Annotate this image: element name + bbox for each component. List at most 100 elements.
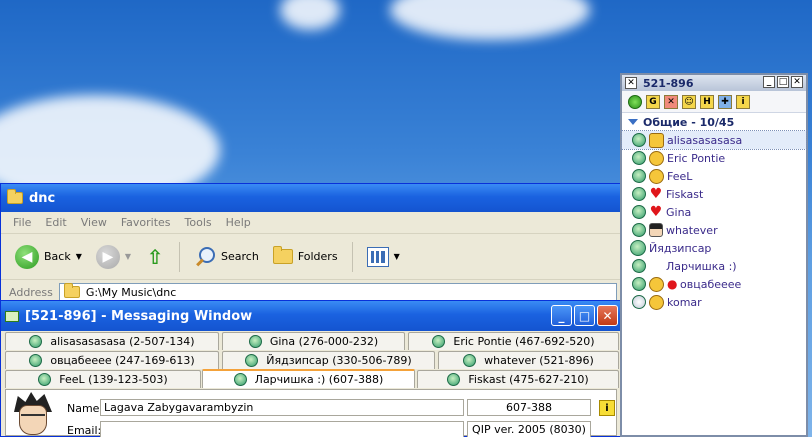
contact-larchishka[interactable]: Ларчишка :) xyxy=(622,257,806,275)
back-button[interactable]: ◀ Back ▼ xyxy=(11,243,86,271)
collapse-triangle-icon[interactable] xyxy=(628,119,638,125)
contact-feel[interactable]: FeeL xyxy=(622,167,806,185)
pin-icon: ● xyxy=(667,277,678,291)
menu-file[interactable]: File xyxy=(13,216,31,229)
tab-yadzipsar[interactable]: Йядзипсар (330-506-789) xyxy=(222,351,435,369)
menu-view[interactable]: View xyxy=(81,216,107,229)
contact-whatever[interactable]: whatever xyxy=(622,221,806,239)
explorer-toolbar: ◀ Back ▼ ▶ ▼ ⇧ Search Folders ▼ xyxy=(1,234,621,280)
tab-ovtsabeeee[interactable]: овцабееее (247-169-613) xyxy=(5,351,219,369)
uin-field[interactable]: 607-388 xyxy=(467,399,591,416)
menu-tools[interactable]: Tools xyxy=(185,216,212,229)
back-arrow-icon: ◀ xyxy=(15,244,39,269)
online-status-icon xyxy=(233,373,247,386)
tab-larchishka[interactable]: Ларчишка :) (607-388) xyxy=(202,369,415,388)
smile-icon xyxy=(649,294,664,310)
tab-label: Gina (276-000-232) xyxy=(269,335,379,348)
minimize-icon[interactable]: _ xyxy=(763,76,775,88)
contact-name: Йядзипсар xyxy=(649,241,712,255)
maximize-button[interactable]: □ xyxy=(574,305,595,326)
contact-komar[interactable]: komar xyxy=(622,293,806,311)
contact-ovtsabeeee[interactable]: ● овцабееее xyxy=(622,275,806,293)
tab-whatever[interactable]: whatever (521-896) xyxy=(438,351,619,369)
status-icon[interactable] xyxy=(628,94,642,109)
group-header[interactable]: Общие - 10/45 xyxy=(622,113,806,131)
email-field[interactable] xyxy=(100,421,464,437)
worker-icon xyxy=(649,276,664,292)
online-status-icon xyxy=(463,354,477,367)
close-window-icon[interactable]: ✕ xyxy=(791,76,803,88)
online-status-icon xyxy=(38,373,52,386)
tab-label: Ларчишка :) (607-388) xyxy=(254,373,384,386)
close-icon[interactable]: ✕ xyxy=(625,77,637,89)
info-icon[interactable]: i xyxy=(736,94,750,109)
search-button[interactable]: Search xyxy=(190,244,263,270)
address-value: G:\My Music\dnc xyxy=(85,285,177,299)
g-icon[interactable]: G xyxy=(646,94,660,109)
views-icon xyxy=(366,246,389,267)
close-button[interactable]: ✕ xyxy=(597,305,618,326)
minimize-button[interactable]: _ xyxy=(551,305,572,326)
explorer-menubar: File Edit View Favorites Tools Help xyxy=(1,212,621,234)
cloud-small xyxy=(390,0,590,40)
contact-name: Gina xyxy=(666,205,692,219)
tab-label: alisasasasasa (2-507-134) xyxy=(50,335,195,348)
online-status-icon xyxy=(245,354,259,367)
contact-alisasasasasa[interactable]: alisasasasasa xyxy=(621,130,807,150)
messaging-title: [521-896] - Messaging Window xyxy=(25,308,253,324)
info-icon[interactable]: i xyxy=(599,400,615,416)
online-status-icon xyxy=(632,223,646,237)
contact-list-titlebar[interactable]: ✕ 521-896 _ □ ✕ xyxy=(622,75,806,91)
tab-eric-pontie[interactable]: Eric Pontie (467-692-520) xyxy=(408,332,619,350)
online-status-icon xyxy=(632,133,646,147)
name-field[interactable]: Lagava Zabygavarambyzin xyxy=(100,399,464,416)
messaging-window: [521-896] - Messaging Window _ □ ✕ alisa… xyxy=(0,300,622,437)
tab-gina[interactable]: Gina (276-000-232) xyxy=(222,332,405,350)
folders-button[interactable]: Folders xyxy=(269,246,342,266)
forward-button[interactable]: ▶ ▼ xyxy=(92,243,135,271)
menu-favorites[interactable]: Favorites xyxy=(121,216,171,229)
contact-eric-pontie[interactable]: Eric Pontie xyxy=(622,149,806,167)
tab-fiskast[interactable]: Fiskast (475-627-210) xyxy=(417,370,619,388)
group-icon[interactable]: ☺ xyxy=(682,94,696,109)
messaging-titlebar[interactable]: [521-896] - Messaging Window _ □ ✕ xyxy=(1,301,621,331)
contact-name: alisasasasasa xyxy=(667,133,743,147)
contact-gina[interactable]: ♥ Gina xyxy=(622,203,806,221)
online-status-icon xyxy=(632,205,646,219)
folders-label: Folders xyxy=(297,250,338,263)
back-dropdown-icon[interactable]: ▼ xyxy=(76,252,82,261)
group-header-label: Общие - 10/45 xyxy=(643,115,735,129)
online-status-icon xyxy=(632,277,646,291)
up-button[interactable]: ⇧ xyxy=(141,244,169,270)
folders-icon xyxy=(272,246,293,264)
contact-name: komar xyxy=(667,295,702,309)
menu-help[interactable]: Help xyxy=(226,216,251,229)
restore-icon[interactable]: □ xyxy=(777,76,789,88)
tab-feel[interactable]: FeeL (139-123-503) xyxy=(5,370,201,388)
h-icon[interactable]: H xyxy=(700,94,714,109)
contact-name: Eric Pontie xyxy=(667,151,726,165)
menu-edit[interactable]: Edit xyxy=(45,216,66,229)
address-field[interactable]: G:\My Music\dnc xyxy=(58,283,617,301)
views-button[interactable]: ▼ xyxy=(363,245,404,269)
block-icon[interactable]: ✕ xyxy=(664,94,678,109)
puzzle-icon[interactable]: ✚ xyxy=(718,94,732,109)
address-label: Address xyxy=(9,285,53,299)
tab-alisasasasasa[interactable]: alisasasasasa (2-507-134) xyxy=(5,332,219,350)
explorer-titlebar[interactable]: dnc xyxy=(1,184,621,212)
forward-dropdown-icon[interactable]: ▼ xyxy=(125,252,131,261)
online-status-icon xyxy=(248,335,262,348)
online-status-icon xyxy=(632,169,646,183)
person-icon xyxy=(649,223,663,237)
heart-icon: ♥ xyxy=(649,204,663,220)
tab-row-3: FeeL (139-123-503) Ларчишка :) (607-388)… xyxy=(1,369,621,388)
contact-name: Fiskast xyxy=(666,187,704,201)
avatar xyxy=(10,392,56,437)
tab-label: Eric Pontie (467-692-520) xyxy=(453,335,595,348)
contact-name: FeeL xyxy=(667,169,693,183)
online-status-icon xyxy=(632,151,646,165)
contact-yadzipsar[interactable]: Йядзипсар xyxy=(622,239,806,257)
contact-list-title: 521-896 xyxy=(643,76,694,90)
explorer-title: dnc xyxy=(29,190,56,206)
contact-fiskast[interactable]: ♥ Fiskast xyxy=(622,185,806,203)
